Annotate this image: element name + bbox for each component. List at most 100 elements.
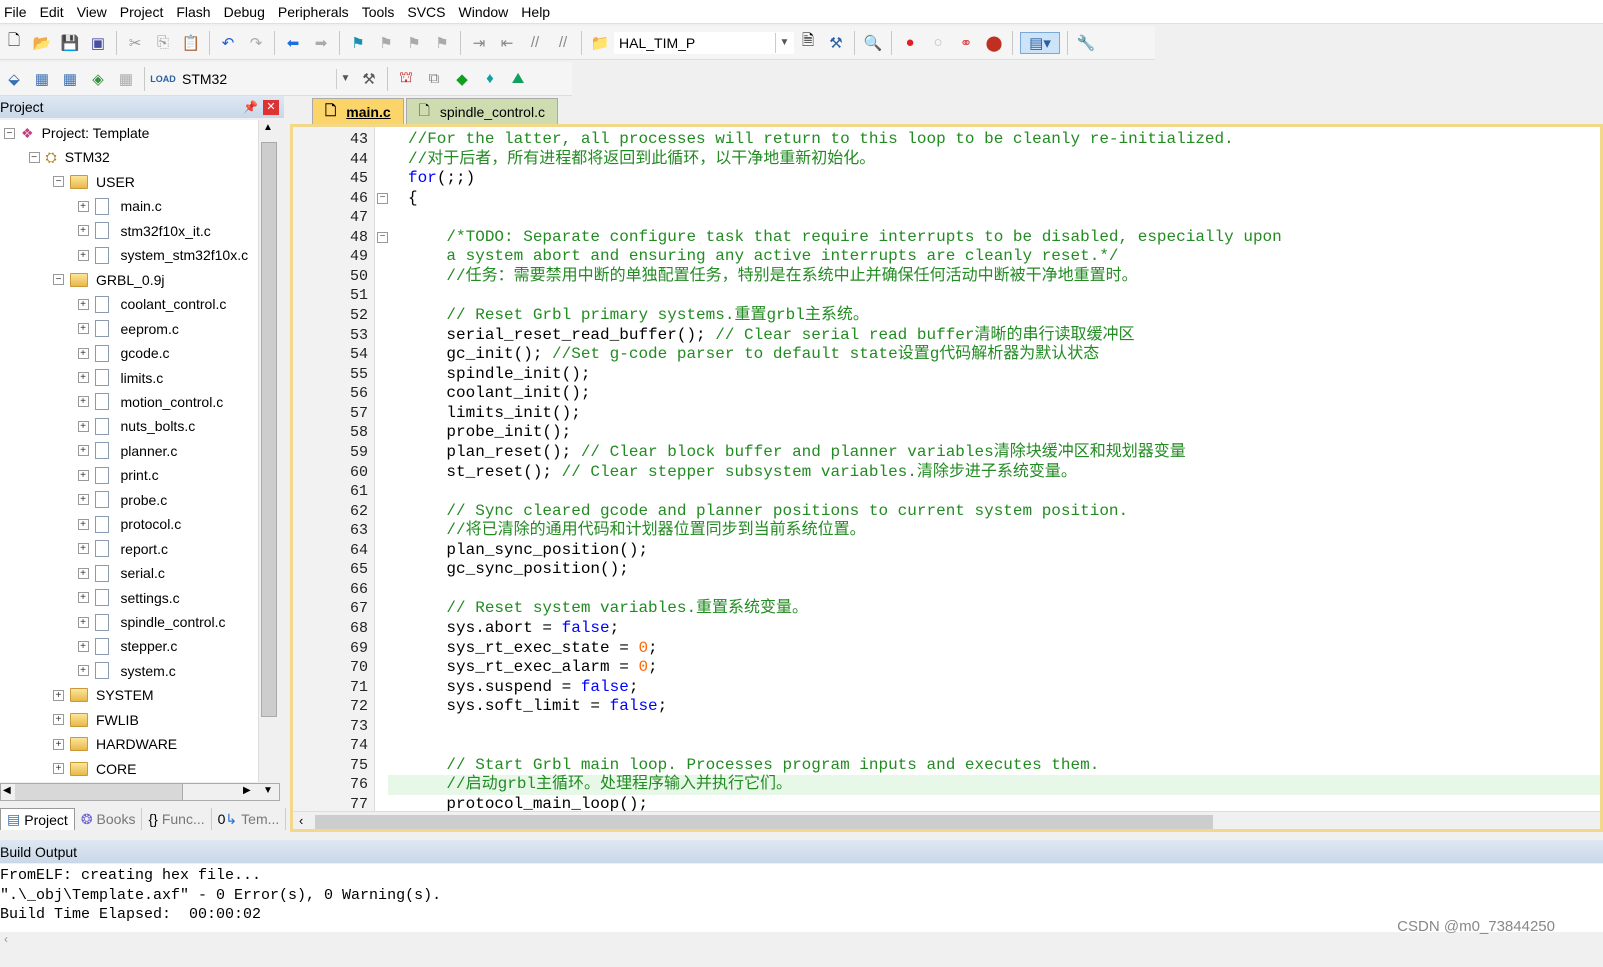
collapse-icon[interactable]: − xyxy=(4,127,15,139)
bookmark-clear-icon[interactable]: ⚑ xyxy=(431,32,453,54)
tree-item-file[interactable]: + main.c xyxy=(77,194,162,218)
expand-icon[interactable]: + xyxy=(53,763,64,775)
pack-installer-icon[interactable]: ⛰ xyxy=(507,68,529,90)
cut-icon[interactable]: ✂ xyxy=(124,32,146,54)
tree-item-folder[interactable]: + SYSTEM xyxy=(53,683,154,707)
configure-icon[interactable]: 🔧 xyxy=(1075,32,1097,54)
target-select[interactable]: STM32 ▼ xyxy=(177,68,355,90)
manage-rte-icon[interactable]: ♦ xyxy=(479,68,501,90)
editor-hscrollbar[interactable]: ‹ xyxy=(293,811,1600,829)
pin-icon[interactable]: 📌 xyxy=(243,100,258,114)
menu-edit[interactable]: Edit xyxy=(36,4,73,20)
download-load-icon[interactable]: LOAD xyxy=(150,68,176,90)
tree-item-file[interactable]: + system_stm32f10x.c xyxy=(77,243,248,267)
collapse-icon[interactable]: − xyxy=(53,176,64,188)
paste-icon[interactable]: 📋 xyxy=(180,32,202,54)
select-packs-icon[interactable]: ◆ xyxy=(451,68,473,90)
expand-icon[interactable]: + xyxy=(77,494,89,506)
scrollbar-thumb[interactable] xyxy=(261,142,277,717)
rebuild-icon[interactable]: ▦ xyxy=(59,68,81,90)
tree-item-file[interactable]: + protocol.c xyxy=(77,512,181,536)
collapse-icon[interactable]: − xyxy=(28,151,40,163)
tab-books[interactable]: ❂ Books xyxy=(75,808,143,830)
open-folder-icon[interactable]: 📂 xyxy=(31,32,53,54)
expand-icon[interactable]: + xyxy=(77,420,89,432)
tree-item-folder[interactable]: − GRBL_0.9j xyxy=(53,268,164,292)
expand-icon[interactable]: + xyxy=(77,225,89,237)
expand-icon[interactable]: + xyxy=(53,689,64,701)
debug-start-icon[interactable]: 🔍 xyxy=(862,32,884,54)
expand-icon[interactable]: + xyxy=(53,738,64,750)
save-all-icon[interactable]: ▣ xyxy=(87,32,109,54)
stop-build-icon[interactable]: ▦ xyxy=(115,68,137,90)
scroll-left-icon[interactable]: ‹ xyxy=(299,813,303,828)
tree-item-file[interactable]: + limits.c xyxy=(77,366,163,390)
scrollbar-thumb[interactable] xyxy=(15,784,183,800)
menu-file[interactable]: File xyxy=(0,4,36,20)
bookmark-icon[interactable]: ⚑ xyxy=(347,32,369,54)
tree-item-file[interactable]: + system.c xyxy=(77,659,176,683)
nav-back-icon[interactable]: ⬅ xyxy=(282,32,304,54)
manage-components-icon[interactable]: ⛫ xyxy=(395,68,417,90)
tab-functions[interactable]: {} Func... xyxy=(142,808,212,830)
find-in-files-icon[interactable]: 📁 xyxy=(589,32,611,54)
breakpoint-disable-all-icon[interactable]: ⚭ xyxy=(955,32,977,54)
comment-icon[interactable]: // xyxy=(524,32,546,54)
build-output-text[interactable]: FromELF: creating hex file... ".\_obj\Te… xyxy=(0,864,1603,932)
tree-item-file[interactable]: + serial.c xyxy=(77,561,165,585)
tab-spindle-control-c[interactable]: 🗋 spindle_control.c xyxy=(405,98,558,124)
project-tree-hscrollbar[interactable]: ◀ ▶ ▼ xyxy=(0,783,280,801)
manage-project-items-icon[interactable]: ⧉ xyxy=(423,68,445,90)
tree-item-file[interactable]: + motion_control.c xyxy=(77,390,223,414)
expand-icon[interactable]: + xyxy=(77,518,89,530)
bookmark-prev-icon[interactable]: ⚑ xyxy=(375,32,397,54)
scroll-up-icon[interactable]: ▲ xyxy=(263,122,273,133)
tree-item-target[interactable]: − ⛭ STM32 xyxy=(28,145,110,169)
menu-window[interactable]: Window xyxy=(455,4,518,20)
tree-item-file[interactable]: + coolant_control.c xyxy=(77,292,226,316)
tab-project[interactable]: ▤ Project xyxy=(0,808,75,830)
tree-item-file[interactable]: + eeprom.c xyxy=(77,317,179,341)
tree-item-file[interactable]: + settings.c xyxy=(77,586,180,610)
copy-icon[interactable]: ⎘ xyxy=(152,32,174,54)
tree-item-folder[interactable]: − USER xyxy=(53,170,135,194)
collapse-icon[interactable]: − xyxy=(53,274,64,286)
bookmark-next-icon[interactable]: ⚑ xyxy=(403,32,425,54)
scroll-left-icon[interactable]: ‹ xyxy=(0,932,8,946)
tree-item-file[interactable]: + planner.c xyxy=(77,439,177,463)
scrollbar-thumb[interactable] xyxy=(315,815,1213,829)
expand-icon[interactable]: + xyxy=(77,396,89,408)
expand-icon[interactable]: + xyxy=(77,665,89,677)
scroll-left-icon[interactable]: ◀ xyxy=(3,785,11,796)
expand-icon[interactable]: + xyxy=(77,445,89,457)
expand-icon[interactable]: + xyxy=(77,543,89,555)
menu-debug[interactable]: Debug xyxy=(220,4,274,20)
tab-main-c[interactable]: 🗋 main.c xyxy=(312,98,404,124)
close-icon[interactable]: ✕ xyxy=(263,99,279,115)
breakpoint-disable-icon[interactable]: ○ xyxy=(927,32,949,54)
expand-icon[interactable]: + xyxy=(77,200,89,212)
code-editor[interactable]: 43 44 45 46−47 48−49 50 51 52 53 54 55 56 57 58 59 60 61… xyxy=(290,124,1603,832)
expand-icon[interactable]: + xyxy=(53,714,64,726)
expand-icon[interactable]: + xyxy=(77,323,89,335)
breakpoint-kill-all-icon[interactable]: ⬤ xyxy=(983,32,1005,54)
menu-svcs[interactable]: SVCS xyxy=(403,4,454,20)
tree-item-file[interactable]: + stm32f10x_it.c xyxy=(77,219,211,243)
tree-item-folder[interactable]: + FWLIB xyxy=(53,708,139,732)
tab-templates[interactable]: 0↳ Tem... xyxy=(212,808,287,830)
tree-item-file[interactable]: + report.c xyxy=(77,537,168,561)
menu-project[interactable]: Project xyxy=(116,4,173,20)
translate-icon[interactable]: ⬙ xyxy=(3,68,25,90)
tree-item-file[interactable]: + spindle_control.c xyxy=(77,610,226,634)
expand-icon[interactable]: + xyxy=(77,592,89,604)
tree-item-file[interactable]: + print.c xyxy=(77,463,159,487)
find-combo[interactable]: HAL_TIM_P ▼ xyxy=(614,31,794,54)
new-file-icon[interactable]: 🗋 xyxy=(3,32,25,54)
chevron-down-icon[interactable]: ▼ xyxy=(775,32,793,53)
window-layout-icon[interactable]: ▤▾ xyxy=(1020,31,1060,54)
build-output-hscrollbar[interactable]: ‹ xyxy=(0,932,1603,947)
menu-view[interactable]: View xyxy=(73,4,116,20)
expand-icon[interactable]: + xyxy=(77,372,89,383)
breakpoint-icon[interactable]: ● xyxy=(899,32,921,54)
expand-icon[interactable]: + xyxy=(77,616,89,628)
